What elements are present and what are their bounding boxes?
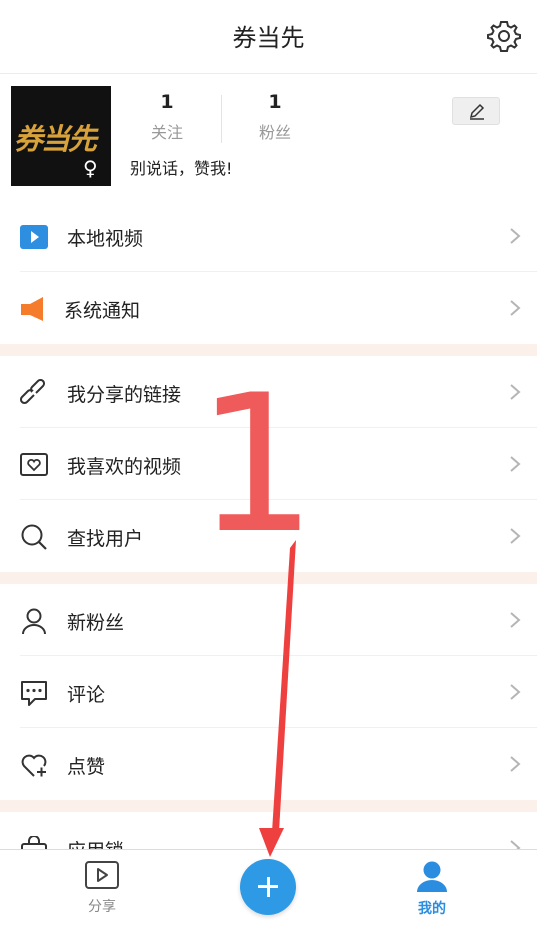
top-bar: 券当先 (0, 0, 537, 74)
following-count: 1 (160, 91, 174, 113)
gender-female-icon: ♀ (83, 156, 98, 180)
chevron-right-icon (510, 228, 521, 244)
menu-label-find-users: 查找用户 (67, 528, 144, 550)
chevron-right-icon (510, 756, 521, 772)
tab-share[interactable]: 分享 (52, 860, 152, 916)
avatar-logo-text: 券当先 (14, 122, 97, 156)
gear-icon[interactable] (484, 16, 524, 56)
menu-label-new-fans: 新粉丝 (67, 612, 125, 634)
menu-item-comments[interactable]: 评论 (0, 656, 537, 728)
section-gap (0, 800, 537, 812)
heart-tv-icon (20, 453, 48, 476)
menu-item-system-notice[interactable]: 系统通知 (0, 272, 537, 344)
menu-label-my-liked-videos: 我喜欢的视频 (67, 456, 182, 478)
chevron-right-icon (510, 612, 521, 628)
chevron-right-icon (510, 384, 521, 400)
video-play-icon (85, 861, 119, 889)
stat-divider (221, 95, 222, 143)
menu-item-local-video[interactable]: 本地视频 (0, 200, 537, 272)
pencil-icon (469, 103, 485, 120)
menu-label-likes: 点赞 (67, 756, 106, 778)
menu-item-likes[interactable]: 点赞 (0, 728, 537, 800)
add-post-button[interactable] (240, 859, 296, 915)
menu-label-comments: 评论 (67, 684, 106, 706)
chevron-right-icon (510, 456, 521, 472)
profile-bio: 别说话，赞我! (130, 159, 233, 178)
menu-label-system-notice: 系统通知 (64, 300, 141, 322)
fans-stat[interactable]: 1 粉丝 (225, 91, 325, 143)
comment-bubble-icon (21, 681, 47, 706)
following-label: 关注 (150, 123, 183, 142)
tab-mine-label: 我的 (418, 901, 446, 917)
menu-label-local-video: 本地视频 (67, 228, 144, 250)
fans-count: 1 (268, 91, 282, 113)
menu-item-new-fans[interactable]: 新粉丝 (0, 584, 537, 656)
fans-label: 粉丝 (258, 123, 291, 142)
profile-card: 券当先 ♀ 1 关注 1 粉丝 别说话，赞我! (0, 75, 537, 203)
link-icon (20, 379, 46, 405)
chevron-right-icon (510, 684, 521, 700)
chevron-right-icon (510, 528, 521, 544)
user-icon (22, 608, 46, 635)
search-icon (21, 524, 47, 550)
user-filled-icon (417, 861, 447, 892)
menu-label-my-shared-links: 我分享的链接 (67, 384, 182, 406)
play-video-icon (20, 225, 48, 249)
avatar[interactable]: 券当先 ♀ (11, 86, 111, 186)
speaker-icon (21, 297, 43, 321)
edit-profile-button[interactable] (452, 97, 500, 125)
tab-share-label: 分享 (88, 899, 116, 915)
annotation-step-number: 1 (196, 354, 317, 575)
chevron-right-icon (510, 300, 521, 316)
heart-plus-icon (21, 754, 47, 777)
tab-mine[interactable]: 我的 (382, 860, 482, 918)
following-stat[interactable]: 1 关注 (117, 91, 217, 143)
page-title: 券当先 (232, 24, 305, 52)
